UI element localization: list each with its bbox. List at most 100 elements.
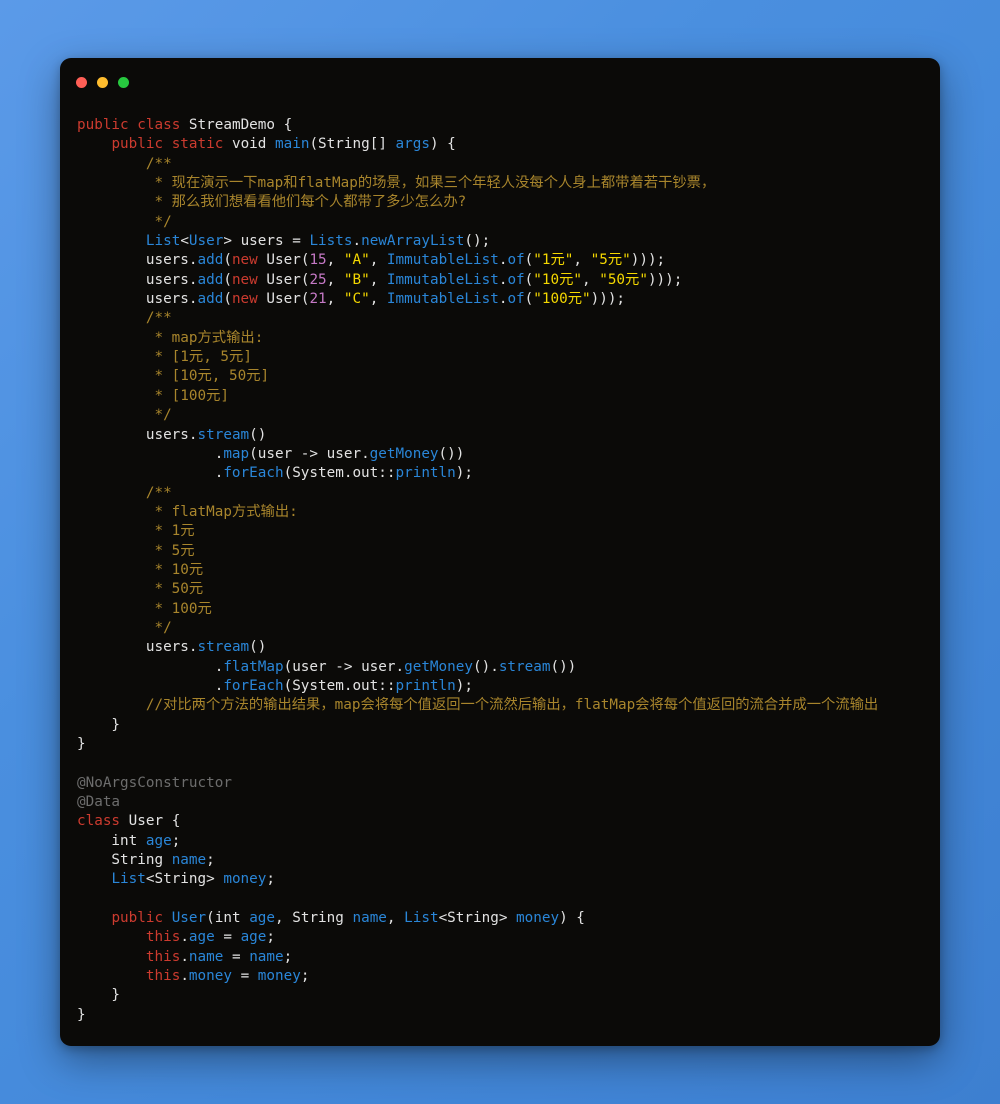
code-token-type: List bbox=[111, 871, 146, 888]
code-token-id: = bbox=[231, 968, 258, 985]
code-token-str: "100元" bbox=[533, 291, 591, 308]
code-token-id: User( bbox=[257, 271, 310, 288]
code-token-cmt: * map方式输出: bbox=[154, 329, 264, 346]
code-token-type: println bbox=[395, 677, 456, 694]
code-token-id: (System.out:: bbox=[283, 677, 396, 694]
code-token-type: add bbox=[197, 271, 224, 288]
code-token-id: ); bbox=[455, 465, 473, 482]
code-token-id: . bbox=[188, 252, 198, 269]
code-line: ​ bbox=[77, 890, 926, 909]
code-token-cmt: * 50元 bbox=[154, 581, 204, 598]
code-token-cmt: * 5元 bbox=[154, 542, 195, 559]
code-line: class User { bbox=[77, 812, 926, 831]
code-token-id: ))); bbox=[630, 252, 666, 269]
code-token-type: age bbox=[145, 832, 172, 849]
code-token-id: ()) bbox=[438, 445, 465, 462]
code-line: /** bbox=[77, 484, 926, 503]
code-line: * flatMap方式输出: bbox=[77, 503, 926, 522]
code-token-id bbox=[77, 949, 146, 965]
code-token-id: ) { bbox=[429, 136, 456, 153]
code-token-num: 25 bbox=[309, 271, 327, 288]
code-token-cmt: * 10元 bbox=[154, 561, 204, 578]
code-token-cmt: //对比两个方法的输出结果，map会将每个值返回一个流然后输出，flatMap会… bbox=[145, 697, 879, 714]
code-token-id: . bbox=[77, 677, 224, 694]
code-token-type: stream bbox=[197, 639, 250, 656]
code-token-type: stream bbox=[197, 426, 250, 443]
code-line: List<User> users = Lists.newArrayList(); bbox=[77, 232, 926, 251]
code-token-id bbox=[77, 136, 111, 152]
close-button[interactable] bbox=[76, 77, 87, 88]
code-token-cmt: * [1元, 5元] bbox=[154, 349, 252, 366]
code-token-id: , bbox=[573, 252, 591, 269]
code-token-id: <String> bbox=[145, 871, 224, 888]
code-token-id: User { bbox=[120, 813, 181, 830]
code-token-num: 15 bbox=[309, 252, 327, 269]
code-token-type: money bbox=[516, 910, 560, 927]
code-token-id: (); bbox=[464, 233, 491, 250]
code-line: * 100元 bbox=[77, 600, 926, 619]
code-token-type: name bbox=[188, 948, 224, 965]
code-token-type: money bbox=[223, 871, 267, 888]
code-area[interactable]: public class StreamDemo { public static … bbox=[60, 106, 940, 1046]
window-titlebar[interactable] bbox=[60, 58, 940, 106]
code-token-id bbox=[77, 697, 146, 713]
code-token-id: users. bbox=[77, 639, 198, 656]
code-line: this.money = money; bbox=[77, 967, 926, 986]
code-line: */ bbox=[77, 406, 926, 425]
code-token-id: users. bbox=[77, 426, 198, 443]
code-token-id: ()) bbox=[550, 658, 577, 675]
code-line: * 10元 bbox=[77, 561, 926, 580]
code-line: .forEach(System.out::println); bbox=[77, 677, 926, 696]
code-token-id: , bbox=[326, 252, 344, 269]
code-token-kw: this bbox=[145, 948, 181, 965]
code-token-id bbox=[77, 929, 146, 945]
code-token-id: ))); bbox=[647, 271, 683, 288]
code-line: @Data bbox=[77, 793, 926, 812]
code-token-type: age bbox=[240, 929, 267, 946]
code-token-id bbox=[77, 156, 146, 172]
minimize-button[interactable] bbox=[97, 77, 108, 88]
code-line: String name; bbox=[77, 851, 926, 870]
code-token-id: . bbox=[188, 271, 198, 288]
code-line: /** bbox=[77, 309, 926, 328]
code-token-id: ; bbox=[266, 871, 275, 888]
code-token-id bbox=[77, 543, 154, 559]
code-token-type: flatMap bbox=[223, 658, 284, 675]
code-token-type: age bbox=[249, 910, 276, 927]
code-token-id: . bbox=[77, 465, 224, 482]
code-token-id: ; bbox=[171, 832, 181, 849]
code-token-id: users bbox=[77, 252, 189, 269]
code-line: */ bbox=[77, 213, 926, 232]
code-token-id bbox=[77, 485, 146, 501]
code-line: @NoArgsConstructor bbox=[77, 774, 926, 793]
code-token-id: ( bbox=[223, 271, 232, 288]
code-editor-window: public class StreamDemo { public static … bbox=[60, 58, 940, 1046]
code-token-id: <String> bbox=[438, 910, 517, 927]
code-token-id: user bbox=[257, 445, 293, 462]
code-line: * 50元 bbox=[77, 580, 926, 599]
code-token-id: String bbox=[77, 852, 172, 869]
desktop-background: public class StreamDemo { public static … bbox=[0, 0, 1000, 1104]
code-line: //对比两个方法的输出结果，map会将每个值返回一个流然后输出，flatMap会… bbox=[77, 696, 926, 715]
code-token-kw: new bbox=[231, 291, 258, 308]
code-token-id: () bbox=[249, 639, 267, 656]
code-token-cmt: /** bbox=[145, 155, 172, 172]
code-token-id: > users = bbox=[223, 233, 310, 250]
code-token-type: User bbox=[171, 910, 207, 927]
code-token-id: ( bbox=[223, 291, 232, 308]
code-line: } bbox=[77, 1006, 926, 1025]
source-code[interactable]: public class StreamDemo { public static … bbox=[77, 116, 926, 1025]
code-line: users.add(new User(21, "C", ImmutableLis… bbox=[77, 290, 926, 309]
code-line: this.age = age; bbox=[77, 928, 926, 947]
code-token-str: "50元" bbox=[599, 271, 648, 288]
code-token-id bbox=[129, 117, 138, 133]
maximize-button[interactable] bbox=[118, 77, 129, 88]
code-token-type: ImmutableList bbox=[386, 291, 499, 308]
code-token-id: int bbox=[77, 832, 146, 849]
code-token-cmt: * 那么我们想看看他们每个人都带了多少怎么办? bbox=[154, 194, 467, 211]
code-token-kw: this bbox=[145, 929, 181, 946]
code-token-id: = bbox=[214, 929, 241, 946]
code-token-id bbox=[77, 562, 154, 578]
code-line: */ bbox=[77, 619, 926, 638]
code-token-cmt: * [10元, 50元] bbox=[154, 368, 270, 385]
